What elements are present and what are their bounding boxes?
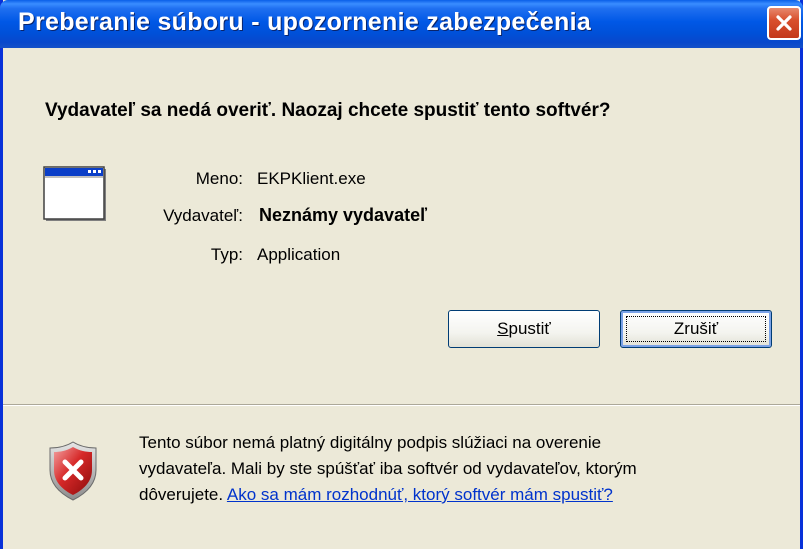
security-shield-icon xyxy=(47,440,99,507)
security-warning-dialog: Preberanie súboru - upozornenie zabezpeč… xyxy=(0,0,803,549)
type-label: Typ: xyxy=(210,245,243,264)
run-button[interactable]: Spustiť xyxy=(448,310,600,348)
footer-line-2: vydavateľa. Mali by ste spúšťať iba soft… xyxy=(139,459,637,478)
footer-line-3-prefix: dôverujete. xyxy=(139,485,227,504)
close-button[interactable] xyxy=(767,6,801,40)
close-icon xyxy=(776,15,792,31)
name-label: Meno: xyxy=(195,169,243,188)
footer-line-1: Tento súbor nemá platný digitálny podpis… xyxy=(139,433,602,452)
warning-heading: Vydavateľ sa nedá overiť. Naozaj chcete … xyxy=(45,100,611,121)
divider-highlight xyxy=(3,405,800,406)
publisher-value: Neznámy vydavateľ xyxy=(259,205,428,225)
security-explanation: Tento súbor nemá platný digitálny podpis… xyxy=(139,430,779,508)
focus-ring xyxy=(626,316,766,342)
name-value: EKPKlient.exe xyxy=(257,169,366,188)
publisher-label: Vydavateľ: xyxy=(163,206,243,225)
window-title: Preberanie súboru - upozornenie zabezpeč… xyxy=(18,8,592,36)
title-bar[interactable]: Preberanie súboru - upozornenie zabezpeč… xyxy=(0,0,803,48)
help-link[interactable]: Ako sa mám rozhodnúť, ktorý softvér mám … xyxy=(227,485,613,504)
type-value: Application xyxy=(257,245,341,264)
cancel-button[interactable]: Zrušiť xyxy=(620,310,772,348)
run-button-label: Spustiť xyxy=(497,319,551,338)
footer-line-3: dôverujete. Ako sa mám rozhodnúť, ktorý … xyxy=(139,482,779,508)
